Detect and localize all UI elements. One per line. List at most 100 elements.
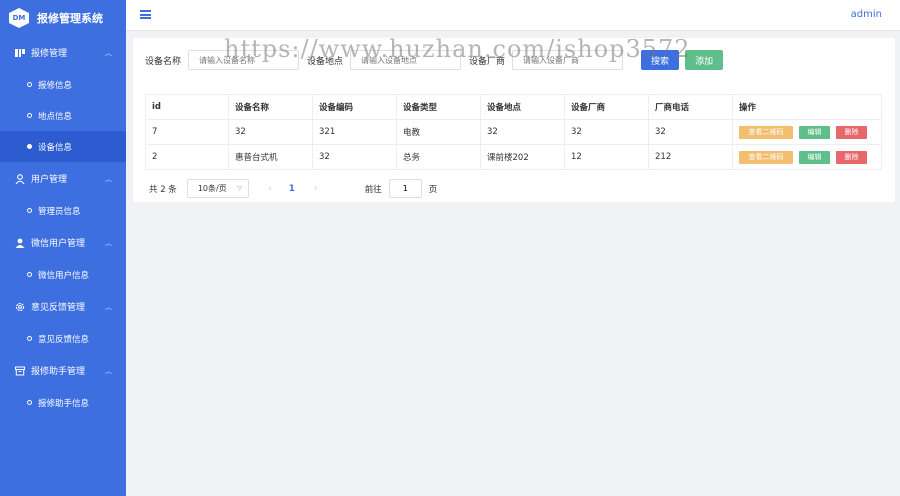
chevron-up-icon: ︿ <box>105 238 112 247</box>
logo: DM <box>9 8 29 28</box>
menu-group-wechat-users[interactable]: 微信用户管理 ︿ <box>0 226 126 259</box>
sidebar-item-admin-info[interactable]: 管理员信息 <box>0 195 126 226</box>
sidebar-item-device-info[interactable]: 设备信息 <box>0 131 126 162</box>
location-filter-input[interactable] <box>350 50 462 70</box>
user-menu[interactable]: admin <box>851 9 882 20</box>
gear-icon <box>15 302 25 312</box>
column-header[interactable]: 厂商电话 <box>648 94 733 120</box>
pagination: 共 2 条 10条/页 ▽ ‹ 1 › 前往 页 <box>149 179 437 198</box>
user-icon <box>15 173 25 184</box>
chevron-up-icon: ︿ <box>105 366 112 375</box>
delete-button[interactable]: 删除 <box>836 150 867 164</box>
menu-group-label: 微信用户管理 <box>31 239 86 249</box>
dot-icon <box>27 336 32 341</box>
table-row: 7 32 321 电教 32 32 32 查看二维码 编辑 删除 <box>145 119 882 145</box>
top-header: admin <box>126 0 900 31</box>
cell-vendor: 32 <box>564 119 649 145</box>
cell-location: 32 <box>480 119 565 145</box>
column-header[interactable]: id <box>145 94 229 120</box>
table-row: 2 惠普台式机 32 总务 课前楼202 12 212 查看二维码 编辑 删除 <box>145 144 882 170</box>
column-header: 操作 <box>732 94 882 120</box>
vendor-filter-input[interactable] <box>512 50 624 70</box>
column-header[interactable]: 设备名称 <box>228 94 313 120</box>
menu-group-feedback[interactable]: 意见反馈管理 ︿ <box>0 290 126 323</box>
cell-vendor: 12 <box>564 144 649 170</box>
sidebar-item-assistant-info[interactable]: 报修助手信息 <box>0 387 126 418</box>
sidebar-item-label: 报修信息 <box>38 80 73 91</box>
dot-icon <box>27 144 32 149</box>
box-icon <box>15 366 25 376</box>
sidebar-item-feedback-info[interactable]: 意见反馈信息 <box>0 323 126 354</box>
chevron-up-icon: ︿ <box>105 174 112 183</box>
sidebar-item-label: 报修助手信息 <box>38 398 90 409</box>
device-panel: 设备名称 设备地点 设备厂商 搜索 添加 id 设备名称 设备编码 设备类型 设… <box>133 38 895 202</box>
name-filter-input[interactable] <box>188 50 300 70</box>
dot-icon <box>27 208 32 213</box>
menu-group-assistant[interactable]: 报修助手管理 ︿ <box>0 354 126 387</box>
menu-group-label: 报修管理 <box>31 49 68 59</box>
dot-icon <box>27 113 32 118</box>
cell-name: 32 <box>228 119 313 145</box>
cell-type: 总务 <box>396 144 481 170</box>
next-page-button[interactable]: › <box>311 184 321 194</box>
table-header-row: id 设备名称 设备编码 设备类型 设备地点 设备厂商 厂商电话 操作 <box>145 94 882 120</box>
dot-icon <box>27 400 32 405</box>
name-filter-label: 设备名称 <box>145 56 182 67</box>
app-title: 报修管理系统 <box>37 12 103 25</box>
cell-name: 惠普台式机 <box>228 144 313 170</box>
menu-group-repair[interactable]: 报修管理 ︿ <box>0 36 126 69</box>
cell-phone: 32 <box>648 119 733 145</box>
chevron-down-icon: ▽ <box>237 185 242 192</box>
sidebar-item-label: 地点信息 <box>38 111 73 122</box>
page-number[interactable]: 1 <box>289 184 295 194</box>
dot-icon <box>27 82 32 87</box>
view-qr-button[interactable]: 查看二维码 <box>739 150 793 164</box>
cell-actions: 查看二维码 编辑 删除 <box>732 119 882 145</box>
sidebar-item-label: 设备信息 <box>38 142 73 153</box>
delete-button[interactable]: 删除 <box>836 125 867 139</box>
cell-actions: 查看二维码 编辑 删除 <box>732 144 882 170</box>
board-icon <box>15 48 25 58</box>
page-unit-label: 页 <box>428 184 438 195</box>
sidebar: DM 报修管理系统 报修管理 ︿ 报修信息 地点信息 设备信息 用户管理 ︿ 管… <box>0 0 126 496</box>
view-qr-button[interactable]: 查看二维码 <box>739 125 793 139</box>
menu-toggle-icon[interactable] <box>140 10 151 19</box>
column-header[interactable]: 设备类型 <box>396 94 481 120</box>
sidebar-item-label: 微信用户信息 <box>38 270 90 281</box>
filter-bar: 设备名称 设备地点 设备厂商 搜索 添加 <box>145 50 724 70</box>
menu-group-users[interactable]: 用户管理 ︿ <box>0 162 126 195</box>
column-header[interactable]: 设备编码 <box>312 94 397 120</box>
cell-id: 7 <box>145 119 229 145</box>
cell-type: 电教 <box>396 119 481 145</box>
cell-id: 2 <box>145 144 229 170</box>
sidebar-item-repair-info[interactable]: 报修信息 <box>0 69 126 100</box>
sidebar-item-label: 意见反馈信息 <box>38 334 90 345</box>
device-table: id 设备名称 设备编码 设备类型 设备地点 设备厂商 厂商电话 操作 7 32… <box>145 94 882 170</box>
menu-group-label: 用户管理 <box>31 175 68 185</box>
location-filter-label: 设备地点 <box>307 56 344 67</box>
goto-page-input[interactable] <box>388 179 422 198</box>
prev-page-button[interactable]: ‹ <box>265 184 275 194</box>
cell-code: 32 <box>312 144 397 170</box>
chevron-up-icon: ︿ <box>105 48 112 57</box>
total-count: 共 2 条 <box>149 184 177 195</box>
cell-phone: 212 <box>648 144 733 170</box>
goto-label: 前往 <box>364 184 382 195</box>
column-header[interactable]: 设备地点 <box>480 94 565 120</box>
menu-group-label: 意见反馈管理 <box>31 303 86 313</box>
sidebar-item-location-info[interactable]: 地点信息 <box>0 100 126 131</box>
cell-location: 课前楼202 <box>480 144 565 170</box>
search-button[interactable]: 搜索 <box>641 50 680 70</box>
cell-code: 321 <box>312 119 397 145</box>
column-header[interactable]: 设备厂商 <box>564 94 649 120</box>
sidebar-item-label: 管理员信息 <box>38 206 81 217</box>
menu-group-label: 报修助手管理 <box>31 367 86 377</box>
sidebar-item-wechat-user-info[interactable]: 微信用户信息 <box>0 259 126 290</box>
chevron-up-icon: ︿ <box>105 302 112 311</box>
page-size-select[interactable]: 10条/页 ▽ <box>186 179 249 198</box>
brand: DM 报修管理系统 <box>0 0 126 36</box>
edit-button[interactable]: 编辑 <box>799 150 830 164</box>
vendor-filter-label: 设备厂商 <box>469 56 506 67</box>
add-button[interactable]: 添加 <box>685 50 724 70</box>
edit-button[interactable]: 编辑 <box>799 125 830 139</box>
